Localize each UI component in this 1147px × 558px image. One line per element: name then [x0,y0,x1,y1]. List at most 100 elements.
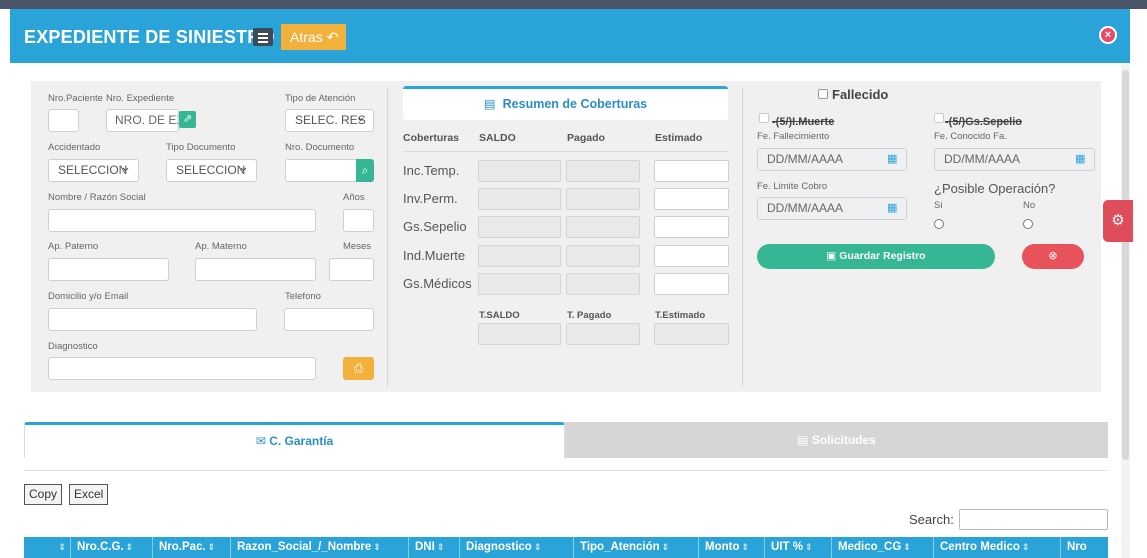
accidentado-select[interactable]: SELECCION [48,159,139,182]
muerte-label: -(5/)I.Muerte [772,116,835,128]
header-divider [403,151,729,152]
col-header[interactable]: Nro.Pac. ⇕ [153,537,231,558]
estimado-input[interactable] [654,160,729,182]
domicilio-input[interactable] [48,308,257,331]
fe-limite-input[interactable]: DD/MM/AAAA [757,197,907,220]
search-icon[interactable]: ⌕ [356,159,374,182]
tipo-documento-label: Tipo Documento [166,142,236,153]
col-header[interactable]: Nro.C.G. ⇕ [71,537,153,558]
muerte-checkbox[interactable] [759,113,769,123]
diagnostico-input[interactable] [48,357,316,380]
settings-gear-icon[interactable]: ⚙ [1103,200,1133,242]
nombre-label: Nombre / Razón Social [48,192,146,203]
meses-input[interactable] [329,258,374,281]
col-header[interactable]: Nro [1061,537,1108,558]
column-divider [387,88,388,386]
total-pagado-value [566,323,640,345]
row-label: Gs.Médicos [403,276,472,291]
tipo-documento-select[interactable]: SELECCION [166,159,257,182]
calendar-icon[interactable]: ▦ [887,201,897,214]
anios-input[interactable] [343,209,374,232]
row-label: Inc.Temp. [403,163,460,178]
pagado-cell [566,216,640,238]
col-header[interactable]: Tipo_Atención ⇕ [574,537,699,558]
col-coberturas: Coberturas [403,132,460,144]
telefono-input[interactable] [284,308,374,331]
row-label: Inv.Perm. [403,191,458,206]
guardar-registro-button[interactable]: ▣ Guardar Registro [757,244,995,269]
si-radio[interactable] [934,219,944,229]
top-strip [0,0,1147,9]
list-icon[interactable] [253,28,273,46]
nro-documento-input[interactable] [285,159,357,182]
nro-paciente-input[interactable] [48,109,79,132]
fe-conocido-label: Fe. Conocido Fa. [934,131,1007,142]
col-header[interactable]: UIT % ⇕ [765,537,832,558]
back-button[interactable]: Atras ↶ [281,24,346,50]
fe-limite-label: Fe. Limite Cobro [757,181,828,192]
col-header[interactable]: DNI ⇕ [409,537,460,558]
estimado-input[interactable] [654,245,729,267]
col-header[interactable]: Razon_Social_/_Nombre ⇕ [231,537,409,558]
col-header[interactable]: Diagnostico ⇕ [460,537,574,558]
estimado-input[interactable] [654,216,729,238]
meses-label: Meses [343,241,371,252]
tab-garantia[interactable]: ✉ C. Garantía [24,422,565,458]
total-saldo-label: T.SALDO [479,310,520,321]
domicilio-label: Domicilio y/o Email [48,291,129,302]
search-input[interactable] [959,509,1108,530]
pagado-cell [566,160,640,182]
total-estimado-label: T.Estimado [655,310,706,321]
nro-expediente-input[interactable]: NRO. DE EX [106,109,179,132]
print-icon[interactable]: ⎙ [343,357,374,380]
save-icon: ▣ [826,250,837,262]
total-saldo-value [478,323,561,345]
col-saldo: SALDO [479,132,516,144]
col-header[interactable]: Monto ⇕ [699,537,765,558]
calendar-icon[interactable]: ▦ [887,152,897,165]
sepelio-checkbox[interactable] [934,113,944,123]
anios-label: Años [343,192,365,203]
back-arrow-icon: ↶ [326,29,339,45]
close-icon[interactable]: × [1099,26,1117,44]
estimado-input[interactable] [654,273,729,295]
table-header: ⇕ Nro.C.G. ⇕ Nro.Pac. ⇕ Razon_Social_/_Nom… [24,537,1108,558]
excel-button[interactable]: Excel [69,484,109,505]
ap-paterno-label: Ap. Paterno [48,241,99,252]
col-header[interactable]: Medico_CG ⇕ [832,537,934,558]
sepelio-label: -(5/)Gs.Sepelio [945,116,1023,128]
col-header[interactable]: ⇕ [24,537,71,558]
cancel-button[interactable]: ⊗ [1022,244,1084,269]
ap-paterno-input[interactable] [48,258,169,281]
tab-resumen-coberturas[interactable]: ▤ Resumen de Coberturas [403,86,728,120]
fallecido-label: Fallecido [832,87,889,102]
copy-button[interactable]: Copy [24,484,63,505]
cancel-icon: ⊗ [1048,250,1058,262]
guardar-label: Guardar Registro [839,250,926,262]
fe-conocido-input[interactable]: DD/MM/AAAA [934,148,1095,171]
open-external-icon[interactable]: ⇗ [179,111,196,128]
total-pagado-label: T. Pagado [567,310,612,321]
search-label: Search: [909,512,954,527]
fe-fallecimiento-input[interactable]: DD/MM/AAAA [757,148,907,171]
col-header[interactable]: Centro Medico ⇕ [934,537,1061,558]
fallecido-checkbox[interactable] [818,89,828,99]
scrollbar-thumb[interactable] [1122,70,1129,460]
no-radio[interactable] [1023,219,1033,229]
saldo-cell [478,273,561,295]
saldo-cell [478,216,561,238]
tipo-atencion-label: Tipo de Atención [285,93,356,104]
saldo-cell [478,245,561,267]
column-divider [742,88,743,386]
tab-solicitudes-label: Solicitudes [811,433,876,447]
tab-solicitudes[interactable]: ▤ Solicitudes [565,422,1108,458]
no-label: No [1023,200,1036,211]
calendar-icon[interactable]: ▦ [1075,152,1085,165]
estimado-input[interactable] [654,188,729,210]
nombre-input[interactable] [48,209,316,232]
ap-materno-input[interactable] [195,258,316,281]
tipo-atencion-select[interactable]: SELEC. RES [285,109,374,132]
back-button-label: Atras [290,29,323,45]
document-icon: ▤ [797,433,809,447]
modal-header: EXPEDIENTE DE SINIESTRO Atras ↶ × [10,9,1130,63]
